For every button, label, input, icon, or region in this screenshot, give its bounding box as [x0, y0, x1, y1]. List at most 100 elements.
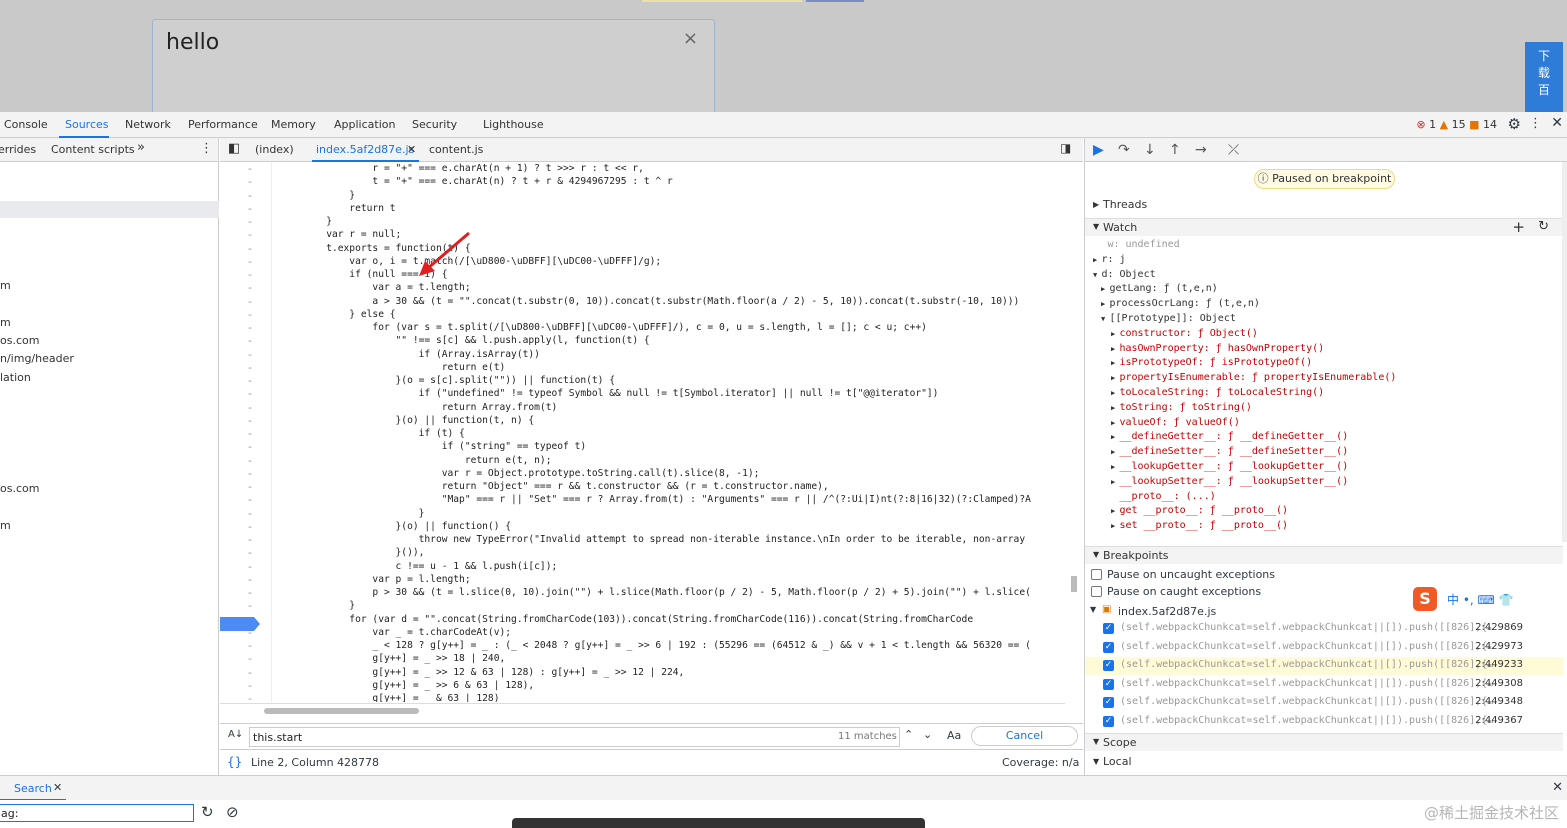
watch-item[interactable]: ▼ d: Object: [1093, 269, 1156, 280]
line-number[interactable]: -: [248, 692, 252, 702]
tree-item[interactable]: m: [0, 316, 11, 329]
breakpoint-row[interactable]: ✓ (self.webpackChunkcat=self.webpackChunk…: [1085, 657, 1563, 675]
line-number[interactable]: -: [248, 281, 252, 294]
line-number[interactable]: -: [248, 666, 252, 679]
more-icon[interactable]: ⋮: [1529, 116, 1542, 131]
watch-item[interactable]: __proto__: (...): [1111, 491, 1215, 502]
issue-counters[interactable]: ⊗ 1 ▲ 15 ■ 14: [1416, 118, 1497, 131]
line-number[interactable]: -: [248, 295, 252, 308]
line-number[interactable]: -: [248, 560, 252, 573]
line-number[interactable]: -: [248, 228, 252, 241]
line-number[interactable]: -: [248, 334, 252, 347]
vertical-scrollbar[interactable]: [1068, 186, 1080, 702]
line-number[interactable]: -: [248, 189, 252, 202]
search-input[interactable]: [0, 804, 194, 822]
editor-tab-script[interactable]: index.5af2d87e.js: [316, 143, 414, 156]
breakpoint-row[interactable]: ✓ (self.webpackChunkcat=self.webpackChunk…: [1085, 713, 1563, 731]
tree-item[interactable]: n/img/header: [0, 352, 74, 365]
line-number[interactable]: -: [248, 268, 252, 281]
tab-sources[interactable]: Sources: [65, 118, 109, 131]
breakpoint-row[interactable]: ✓ (self.webpackChunkcat=self.webpackChunk…: [1085, 639, 1563, 657]
tab-security[interactable]: Security: [412, 118, 457, 131]
watch-item[interactable]: ▶ set __proto__: ƒ __proto__(): [1111, 520, 1288, 531]
drawer-tab-search[interactable]: Search: [14, 782, 52, 795]
watch-item[interactable]: ▶ propertyIsEnumerable: ƒ propertyIsEnum…: [1111, 372, 1396, 383]
line-number[interactable]: -: [248, 493, 252, 506]
close-drawer-icon[interactable]: ✕: [1552, 780, 1563, 795]
line-number[interactable]: -: [248, 440, 252, 453]
breakpoints-header[interactable]: Breakpoints: [1103, 549, 1169, 562]
line-number[interactable]: -: [248, 679, 252, 692]
watch-item[interactable]: ▶ valueOf: ƒ valueOf(): [1111, 417, 1240, 428]
match-case-button[interactable]: Aa: [947, 729, 961, 742]
editor-tab-index[interactable]: (index): [255, 143, 294, 156]
vertical-scrollbar[interactable]: [1562, 162, 1567, 542]
watch-item[interactable]: ▶ get __proto__: ƒ __proto__(): [1111, 505, 1288, 516]
checkbox[interactable]: [1091, 586, 1102, 597]
step-icon[interactable]: →: [1195, 142, 1207, 158]
line-number[interactable]: -: [248, 242, 252, 255]
ime-tools[interactable]: 中 •, ⌨ 👕: [1447, 591, 1514, 608]
next-match-icon[interactable]: ⌄: [923, 728, 932, 741]
watch-item[interactable]: ▶ r: j: [1093, 254, 1126, 265]
close-icon[interactable]: ✕: [1551, 115, 1563, 131]
line-number[interactable]: -: [248, 454, 252, 467]
line-number[interactable]: -: [248, 639, 252, 652]
tree-item[interactable]: os.com: [0, 482, 39, 495]
clear-icon[interactable]: ⊘: [226, 803, 239, 821]
watch-item[interactable]: ▶ toString: ƒ toString(): [1111, 402, 1252, 413]
toggle-debugger-icon[interactable]: ◨: [1060, 141, 1071, 155]
tab-overrides[interactable]: errides: [0, 143, 36, 156]
step-over-icon[interactable]: ↷: [1118, 142, 1130, 158]
step-out-icon[interactable]: ↑: [1169, 142, 1181, 158]
watch-item[interactable]: ▼ [[Prototype]]: Object: [1101, 313, 1236, 324]
breakpoints-section[interactable]: ▼ Breakpoints: [1085, 546, 1563, 564]
watch-item[interactable]: ▶ getLang: ƒ (t,e,n): [1101, 283, 1218, 294]
line-number[interactable]: -: [248, 348, 252, 361]
line-number[interactable]: -: [248, 507, 252, 520]
line-number[interactable]: -: [248, 387, 252, 400]
breakpoint-checkbox[interactable]: ✓: [1103, 641, 1114, 653]
line-number[interactable]: -: [248, 599, 252, 612]
watch-section[interactable]: ▼ Watch + ↻: [1085, 218, 1563, 236]
scroll-thumb[interactable]: [1071, 576, 1077, 592]
find-input[interactable]: [249, 727, 900, 747]
download-side-button[interactable]: 下 载 百: [1525, 42, 1563, 112]
refresh-icon[interactable]: ↻: [1538, 219, 1549, 234]
line-number[interactable]: -: [248, 414, 252, 427]
tab-performance[interactable]: Performance: [188, 118, 258, 131]
breakpoint-row[interactable]: ✓ (self.webpackChunkcat=self.webpackChunk…: [1085, 620, 1563, 638]
line-number[interactable]: -: [248, 202, 252, 215]
watch-item[interactable]: ▶ isPrototypeOf: ƒ isPrototypeOf(): [1111, 357, 1312, 368]
toggle-navigator-icon[interactable]: ◧: [228, 141, 240, 156]
pretty-print-icon[interactable]: {}: [227, 755, 242, 769]
checkbox[interactable]: [1091, 569, 1102, 580]
ime-toolbar[interactable]: S 中 •, ⌨ 👕: [1413, 587, 1563, 611]
watch-item[interactable]: ▶ __defineGetter__: ƒ __defineGetter__(): [1111, 431, 1348, 442]
line-number[interactable]: -: [248, 533, 252, 546]
step-into-icon[interactable]: ↓: [1144, 142, 1156, 158]
line-number[interactable]: -: [248, 361, 252, 374]
line-number[interactable]: -: [248, 573, 252, 586]
watch-item[interactable]: ▶ constructor: ƒ Object(): [1111, 328, 1258, 339]
tab-memory[interactable]: Memory: [271, 118, 316, 131]
breakpoint-checkbox[interactable]: ✓: [1103, 697, 1114, 708]
scope-section[interactable]: ▼ Scope: [1085, 733, 1563, 751]
watch-item[interactable]: ▶ __lookupGetter__: ƒ __lookupGetter__(): [1111, 461, 1348, 472]
watch-item[interactable]: w: undefined: [1099, 239, 1179, 250]
more-tabs-icon[interactable]: »: [137, 140, 145, 155]
watch-item[interactable]: ▶ toLocaleString: ƒ toLocaleString(): [1111, 387, 1324, 398]
close-tab-icon[interactable]: ✕: [407, 143, 416, 156]
watch-item[interactable]: ▶ hasOwnProperty: ƒ hasOwnProperty(): [1111, 343, 1324, 354]
pause-uncaught-row[interactable]: Pause on uncaught exceptions: [1085, 566, 1563, 584]
breakpoint-checkbox[interactable]: ✓: [1103, 715, 1114, 727]
line-number[interactable]: -: [248, 467, 252, 480]
line-number[interactable]: -: [248, 374, 252, 387]
resume-icon[interactable]: ▶: [1093, 142, 1104, 158]
line-number[interactable]: -: [248, 586, 252, 599]
tree-item[interactable]: m: [0, 279, 11, 292]
breakpoint-checkbox[interactable]: ✓: [1103, 678, 1114, 690]
line-number[interactable]: -: [248, 427, 252, 440]
code-view[interactable]: ----------------------------------------…: [220, 162, 1083, 702]
editor-tab-content[interactable]: content.js: [429, 143, 483, 156]
